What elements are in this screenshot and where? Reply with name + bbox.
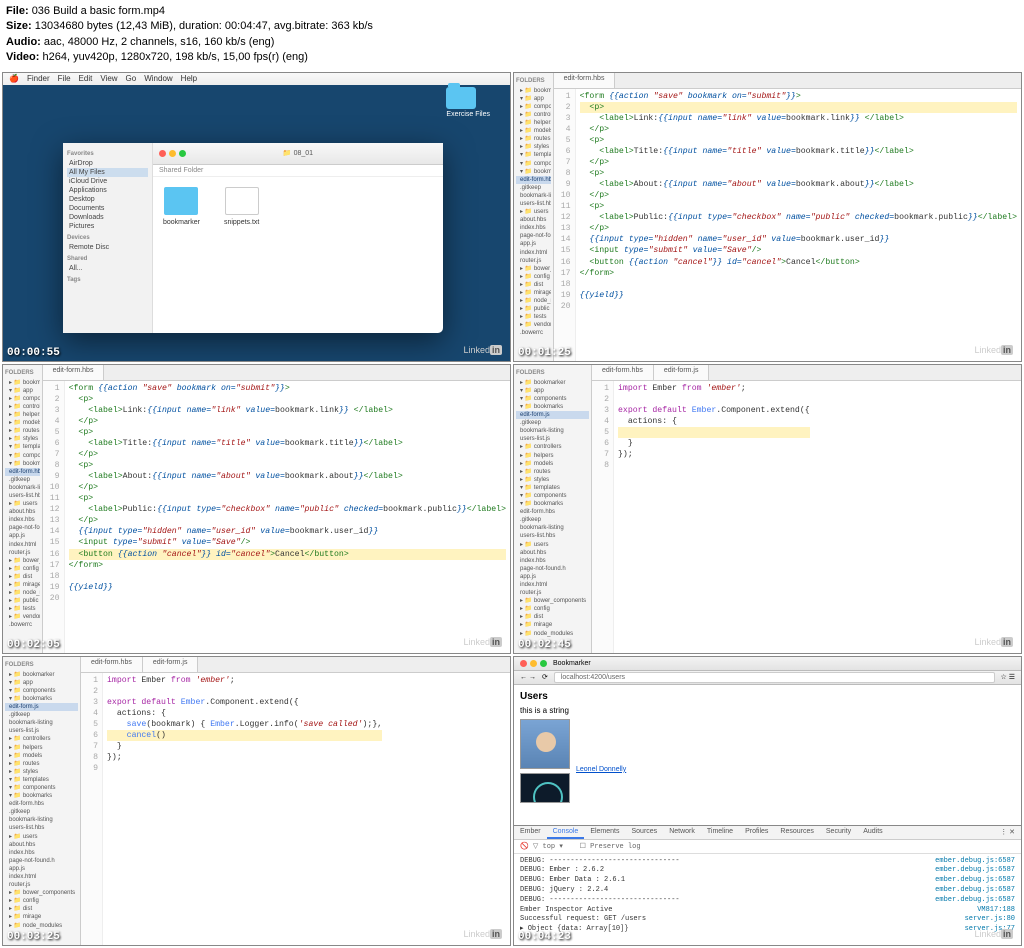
editor-tab[interactable]: edit-form.hbs bbox=[554, 73, 616, 88]
desktop-folder[interactable]: Exercise Files bbox=[446, 87, 490, 118]
finder-window[interactable]: Favorites AirDrop All My Files iCloud Dr… bbox=[63, 143, 443, 333]
finder-sidebar: Favorites AirDrop All My Files iCloud Dr… bbox=[63, 143, 153, 333]
thumb-6: Bookmarker ← →⟳ localhost:4200/users ☆ ☰… bbox=[513, 656, 1022, 946]
thumb-1: 🍎 FinderFileEdit ViewGoWindow Help Exerc… bbox=[2, 72, 511, 362]
thumb-4: FOLDERS▸ 📁 bookmarker ▾ 📁 app ▾ 📁 compon… bbox=[513, 364, 1022, 654]
thumb-3: FOLDERS▸ 📁 bookmarker ▾ 📁 app ▸ 📁 compon… bbox=[2, 364, 511, 654]
thumb-5: FOLDERS▸ 📁 bookmarker ▾ 📁 app ▾ 📁 compon… bbox=[2, 656, 511, 946]
media-info-header: File: 036 Build a basic form.mp4 Size: 1… bbox=[0, 0, 1024, 70]
browser-content: Users this is a string Leonel Donnelly bbox=[514, 685, 1021, 825]
file-bookmarker[interactable]: bookmarker bbox=[163, 187, 200, 226]
file-snippets[interactable]: snippets.txt bbox=[224, 187, 259, 226]
finder-toolbar: 📁 08_01 bbox=[153, 143, 443, 165]
browser-urlbar[interactable]: ← →⟳ localhost:4200/users ☆ ☰ bbox=[514, 671, 1021, 685]
timestamp: 00:00:55 bbox=[7, 347, 60, 359]
thumbnail-grid: 🍎 FinderFileEdit ViewGoWindow Help Exerc… bbox=[0, 70, 1024, 948]
mac-menubar: 🍎 FinderFileEdit ViewGoWindow Help bbox=[3, 73, 510, 85]
user-link[interactable]: Leonel Donnelly bbox=[576, 766, 626, 773]
linkedin-logo: Linkedin bbox=[463, 345, 502, 355]
editor-sidebar[interactable]: FOLDERS▸ 📁 bookmarker ▾ 📁 app ▸ 📁 compon… bbox=[514, 73, 554, 361]
user-avatar[interactable] bbox=[520, 719, 570, 769]
thumb-2: FOLDERS▸ 📁 bookmarker ▾ 📁 app ▸ 📁 compon… bbox=[513, 72, 1022, 362]
user-avatar[interactable] bbox=[520, 773, 570, 803]
browser-tabbar: Bookmarker bbox=[514, 657, 1021, 671]
code-area[interactable]: 1234567891011121314151617181920 <form {{… bbox=[554, 89, 1021, 361]
